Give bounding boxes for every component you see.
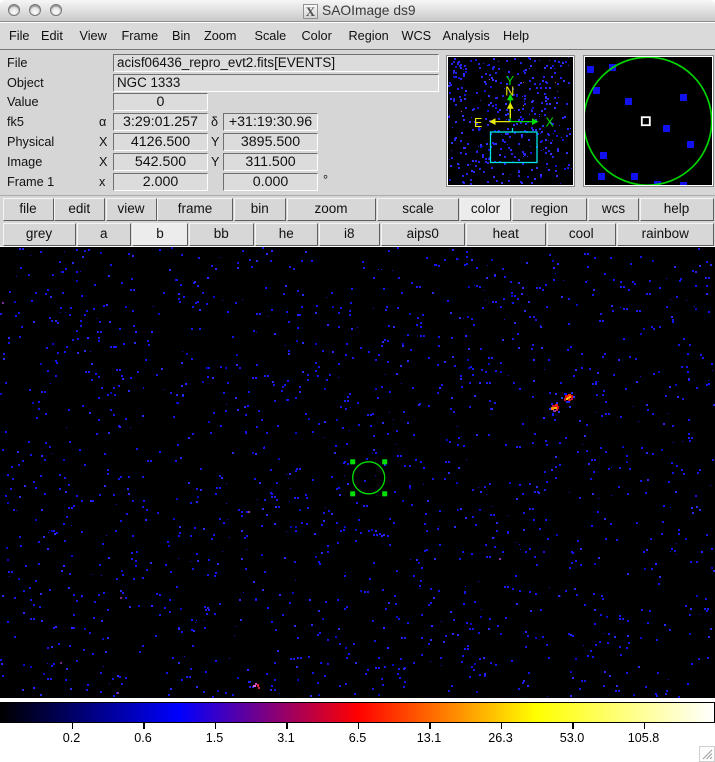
svg-text:X: X	[546, 116, 555, 130]
svg-text:E: E	[474, 116, 482, 130]
svg-text:N: N	[505, 84, 514, 98]
